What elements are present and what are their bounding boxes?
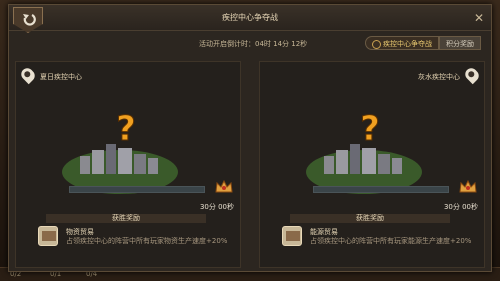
energy-trade-icon xyxy=(282,226,302,246)
countdown-text: 活动开启倒计时：04时 14分 12秒 xyxy=(199,40,308,48)
tab-battle-label: 疾控中心争夺战 xyxy=(383,40,432,48)
title-bar: 疾控中心争夺战 ✕ xyxy=(9,5,491,31)
center-name: 灰水疾控中心 xyxy=(418,73,460,81)
center-panel-greywater: 灰水疾控中心 ? 30分 00秒 获胜奖励 能源贸易 占领疾控中心的阵营中所有玩… xyxy=(259,61,485,268)
capture-time: 30分 00秒 xyxy=(443,203,478,211)
reward-item: 物资贸易 占领疾控中心的阵营中所有玩家物资生产速度+20% xyxy=(38,226,238,266)
tab-points-reward[interactable]: 积分奖励 xyxy=(439,36,481,50)
event-dialog: 疾控中心争夺战 ✕ 活动开启倒计时：04时 14分 12秒 疾控中心争夺战 积分… xyxy=(8,4,492,272)
location-pin-icon xyxy=(18,65,38,85)
city-image: ? xyxy=(306,109,422,194)
city-image: ? xyxy=(62,109,178,194)
crown-icon xyxy=(215,179,233,193)
question-mark-icon: ? xyxy=(360,109,380,149)
close-button[interactable]: ✕ xyxy=(471,10,487,26)
reward-description: 占领疾控中心的阵营中所有玩家物资生产速度+20% xyxy=(66,237,228,245)
question-mark-icon: ? xyxy=(116,109,136,149)
reward-header: 获胜奖励 xyxy=(46,214,206,223)
moon-icon xyxy=(372,39,381,49)
center-panel-summer: 夏日疾控中心 ? 30分 00秒 获胜奖励 物资贸易 占领疾控中心的阵营中所有玩… xyxy=(15,61,241,268)
tab-points-label: 积分奖励 xyxy=(446,40,474,48)
dialog-title: 疾控中心争夺战 xyxy=(222,13,278,22)
crown-icon xyxy=(459,179,477,193)
reward-item: 能源贸易 占领疾控中心的阵营中所有玩家能源生产速度+20% xyxy=(282,226,482,266)
center-name: 夏日疾控中心 xyxy=(40,73,82,81)
capture-time: 30分 00秒 xyxy=(199,203,234,211)
capture-progress-bar xyxy=(313,186,449,193)
reward-description: 占领疾控中心的阵营中所有玩家能源生产速度+20% xyxy=(310,237,472,245)
location-pin-icon xyxy=(462,65,482,85)
capture-progress-bar xyxy=(69,186,205,193)
tab-battle[interactable]: 疾控中心争夺战 xyxy=(365,36,439,50)
back-arrow-icon xyxy=(23,14,36,26)
reward-header: 获胜奖励 xyxy=(290,214,450,223)
supply-trade-icon xyxy=(38,226,58,246)
tab-bar: 疾控中心争夺战 积分奖励 xyxy=(365,36,481,50)
